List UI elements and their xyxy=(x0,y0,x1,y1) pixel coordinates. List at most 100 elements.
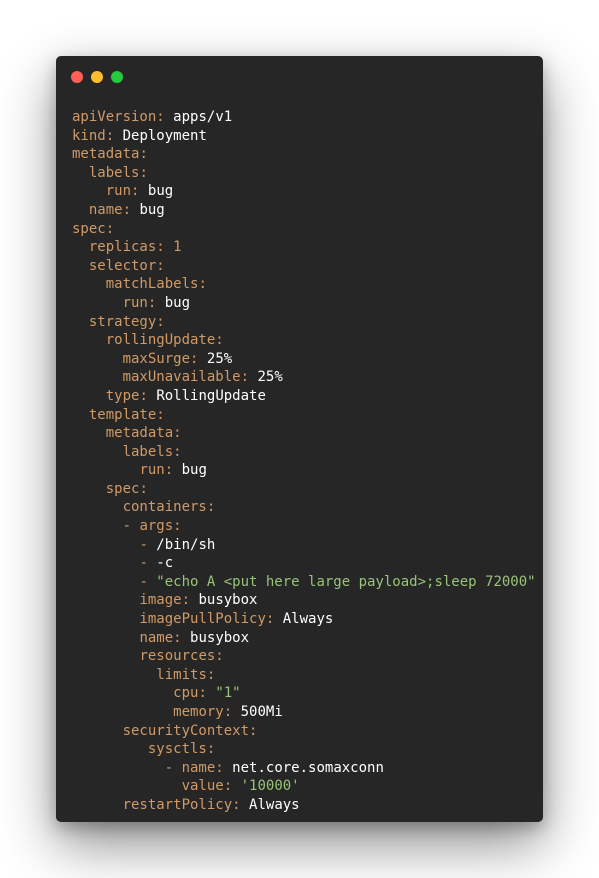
code-value: net.core.somaxconn xyxy=(232,759,384,776)
code-colon: : xyxy=(105,127,115,144)
code-value: 1 xyxy=(173,239,182,256)
code-value: RollingUpdate xyxy=(156,387,266,404)
zoom-window-icon[interactable] xyxy=(111,71,123,83)
code-colon: : xyxy=(173,425,182,442)
code-value: Deployment xyxy=(122,127,207,144)
code-key: metadata xyxy=(72,146,140,163)
code-window: apiVersion: apps/v1 kind: Deployment metad… xyxy=(56,56,543,822)
code-key: maxSurge xyxy=(122,350,191,367)
code-colon: : xyxy=(156,109,165,125)
code-value: 25% xyxy=(206,350,233,367)
code-list-dash: - xyxy=(139,555,157,572)
code-colon: : xyxy=(190,350,199,367)
code-colon: : xyxy=(105,220,115,237)
code-line: metadata: xyxy=(72,145,536,164)
code-key: sysctls xyxy=(147,741,207,758)
code-colon: : xyxy=(156,313,165,330)
code-line: rollingUpdate: xyxy=(72,331,536,350)
code-line: maxUnavailable: 25% xyxy=(72,368,536,387)
code-line: containers: xyxy=(72,498,536,517)
code-colon: : xyxy=(139,146,148,163)
code-key: maxUnavailable xyxy=(122,369,241,386)
code-key: spec xyxy=(105,480,140,497)
code-key: template xyxy=(88,406,157,423)
code-key: run xyxy=(139,462,165,479)
code-colon: : xyxy=(139,480,148,497)
code-line: selector: xyxy=(72,257,536,276)
code-key: imagePullPolicy xyxy=(139,611,266,628)
code-line: image: busybox xyxy=(72,591,536,610)
code-list-dash: - xyxy=(139,573,157,590)
code-list-dash: - xyxy=(164,759,182,776)
code-colon: : xyxy=(223,778,233,795)
code-list-dash: - xyxy=(139,536,157,553)
code-line: restartPolicy: Always xyxy=(72,796,536,815)
code-colon: : xyxy=(173,629,182,646)
code-key: run xyxy=(122,294,148,311)
code-line: run: bug xyxy=(72,294,536,313)
code-line: template: xyxy=(72,406,536,425)
code-line: - /bin/sh xyxy=(72,536,536,555)
code-value: 25% xyxy=(257,369,283,386)
code-line: - name: net.core.somaxconn xyxy=(72,759,536,778)
code-line: run: bug xyxy=(72,182,536,201)
code-key: limits xyxy=(156,666,207,683)
code-value: busybox xyxy=(190,629,250,646)
code-key: memory xyxy=(173,704,224,720)
code-colon: : xyxy=(147,294,157,311)
code-key: replicas xyxy=(88,239,157,256)
code-line: matchLabels: xyxy=(72,275,536,294)
code-colon: : xyxy=(156,239,165,256)
close-window-icon[interactable] xyxy=(71,71,83,83)
code-key: strategy xyxy=(88,313,157,330)
code-colon: : xyxy=(249,722,258,739)
code-key: securityContext xyxy=(122,722,250,739)
code-line: replicas: 1 xyxy=(72,238,536,257)
code-colon: : xyxy=(156,257,165,274)
yaml-code-block: apiVersion: apps/v1 kind: Deployment metad… xyxy=(72,108,536,815)
code-key: resources xyxy=(139,648,216,665)
code-key: name xyxy=(88,201,123,218)
code-line: labels: xyxy=(72,164,536,183)
code-line: apiVersion: apps/v1 xyxy=(72,108,536,127)
code-line: type: RollingUpdate xyxy=(72,387,536,406)
code-colon: : xyxy=(198,685,207,702)
minimize-window-icon[interactable] xyxy=(91,71,103,83)
code-line: limits: xyxy=(72,666,536,685)
code-colon: : xyxy=(164,462,174,479)
code-colon: : xyxy=(181,592,191,609)
code-line: run: bug xyxy=(72,461,536,480)
code-colon: : xyxy=(206,499,216,516)
code-colon: : xyxy=(206,666,216,683)
code-key: image xyxy=(139,592,182,609)
code-colon: : xyxy=(232,796,241,813)
code-line: spec: xyxy=(72,220,536,239)
code-colon: : xyxy=(173,443,182,460)
code-colon: : xyxy=(223,704,233,720)
code-colon: : xyxy=(206,741,216,758)
code-key: metadata xyxy=(105,425,174,442)
code-line: spec: xyxy=(72,480,536,499)
code-value: /bin/sh xyxy=(156,536,216,553)
